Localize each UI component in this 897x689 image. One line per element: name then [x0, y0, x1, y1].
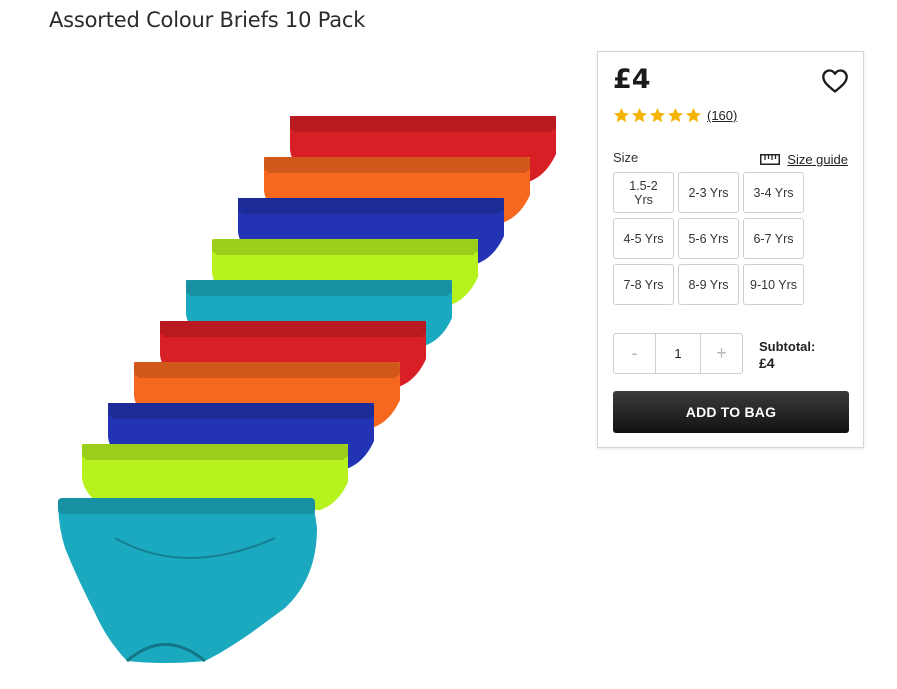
- product-title: Assorted Colour Briefs 10 Pack: [49, 8, 366, 32]
- star-icon: [614, 108, 629, 123]
- purchase-panel: £4 (160) Size Size guide 1.5-2 Yrs 2-3 Y…: [597, 51, 864, 448]
- quantity-input[interactable]: [655, 334, 701, 373]
- size-option[interactable]: 7-8 Yrs: [613, 264, 674, 305]
- rating-stars: [613, 107, 702, 124]
- quantity-stepper: - +: [613, 333, 743, 374]
- size-option[interactable]: 6-7 Yrs: [743, 218, 804, 259]
- subtotal: Subtotal: £4: [759, 338, 815, 372]
- size-label: Size: [613, 150, 639, 165]
- increment-button[interactable]: +: [701, 334, 742, 373]
- size-option[interactable]: 1.5-2 Yrs: [613, 172, 674, 213]
- subtotal-label: Subtotal:: [759, 339, 816, 354]
- product-image: [58, 116, 556, 663]
- size-option[interactable]: 4-5 Yrs: [613, 218, 674, 259]
- size-guide-label: Size guide: [787, 152, 848, 167]
- ruler-icon: [760, 154, 781, 165]
- subtotal-value: £4: [759, 355, 775, 371]
- star-icon: [668, 108, 683, 123]
- heart-icon[interactable]: [821, 67, 849, 95]
- size-option[interactable]: 2-3 Yrs: [678, 172, 739, 213]
- product-price: £4: [613, 64, 651, 95]
- decrement-button[interactable]: -: [614, 334, 655, 373]
- size-guide-link[interactable]: Size guide: [760, 152, 848, 167]
- brief-item-front: [58, 498, 317, 663]
- star-icon: [686, 108, 701, 123]
- star-icon: [650, 108, 665, 123]
- review-count-link[interactable]: (160): [707, 108, 737, 123]
- size-option[interactable]: 8-9 Yrs: [678, 264, 739, 305]
- size-option[interactable]: 3-4 Yrs: [743, 172, 804, 213]
- size-option[interactable]: 9-10 Yrs: [743, 264, 804, 305]
- add-to-bag-button[interactable]: ADD TO BAG: [613, 391, 849, 433]
- star-icon: [632, 108, 647, 123]
- size-options: 1.5-2 Yrs 2-3 Yrs 3-4 Yrs 4-5 Yrs 5-6 Yr…: [613, 172, 804, 305]
- rating: (160): [613, 107, 737, 124]
- size-option[interactable]: 5-6 Yrs: [678, 218, 739, 259]
